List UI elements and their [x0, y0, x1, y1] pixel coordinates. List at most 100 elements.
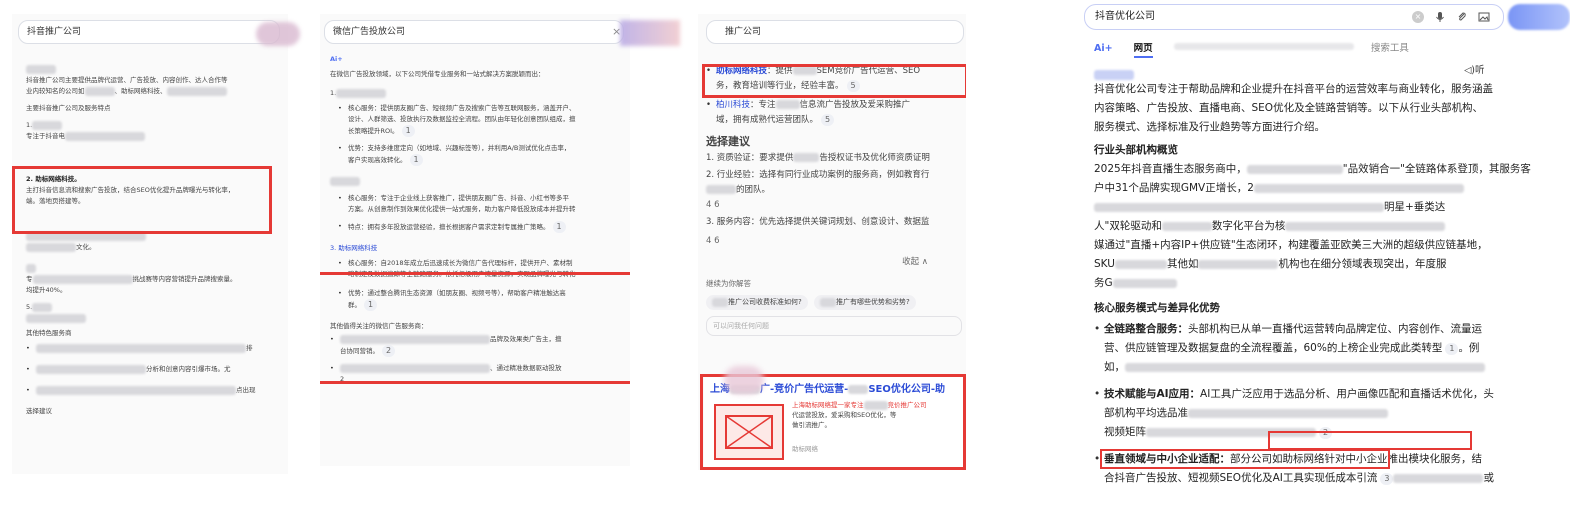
list-text: 营、供应链管理及数据复盘的全流程覆盖，60%的上榜企业完成此类转型	[1104, 342, 1443, 354]
item-text: 均提升40%。	[26, 286, 67, 294]
paragraph: 服务模式、选择标准及行业趋势等方面进行介绍。	[1094, 121, 1325, 133]
list-text: 如，	[1104, 361, 1125, 373]
listen-label: 听	[1475, 65, 1485, 76]
paragraph: 其他如	[1166, 258, 1199, 270]
item-title-zhubiao[interactable]: 3. 助标网络科技	[330, 244, 377, 252]
list-text: 优势：支持多维度定向（如地域、兴趣标签等），并利用A/B测试优化点击率，	[348, 144, 571, 152]
citations[interactable]: 4 6	[706, 234, 966, 249]
list-text: 核心服务：自2018年成立后迅速成长为微信广告代理标杆，提供开户、素材制	[348, 259, 573, 267]
list-text: AI工具广泛应用于选品分析、用户画像匹配和直播话术优化，头	[1200, 388, 1494, 400]
citation[interactable]: 1	[552, 221, 566, 233]
ask-input[interactable]: 可以问我任何问题	[706, 316, 962, 336]
decor-blob	[620, 20, 680, 46]
panel-douyin-promotion: 抖音推广公司 抖音推广公司主要提供品牌代运营、广告投放、内容创作、达人合作等 业…	[12, 14, 288, 474]
citation[interactable]: 5	[821, 114, 835, 126]
search-input[interactable]: 推广公司	[706, 20, 964, 44]
suggestion-chip[interactable]: 推广公司收费标准如何?	[706, 295, 808, 310]
tab-web[interactable]: 网页	[1133, 40, 1153, 58]
tab-search-tools[interactable]: 搜索工具	[1371, 40, 1409, 54]
follow-up-title: 继续为你解答	[706, 279, 751, 288]
item-text: 专注于抖音电	[26, 132, 65, 140]
paragraph: 户中31个品牌实现GMV正增长，2	[1094, 182, 1254, 194]
list-text: 分析和创意内容引爆市场。尤	[146, 365, 231, 373]
section-title: 行业头部机构概览	[1094, 144, 1178, 156]
panel-wechat-ads: 微信广告投放公司 × Ai+ 在微信广告投放领域，以下公司凭借专业服务和一站式解…	[320, 14, 630, 466]
advice-item: 的团队。	[736, 185, 771, 195]
section-title: 其他特色服务商	[26, 329, 72, 337]
tab-bar: Ai+ 网页 搜索工具	[1094, 36, 1564, 58]
list-text: 核心服务：专注于企业线上获客推广，提供朋友圈广告、抖音、小红书等多平	[348, 194, 569, 202]
list-text: ：专注	[750, 100, 776, 110]
attachment-icon[interactable]	[1456, 11, 1468, 23]
microphone-icon[interactable]	[1434, 11, 1446, 23]
list-text: 视频矩阵	[1104, 426, 1146, 438]
paragraph: 明星+垂类达	[1384, 201, 1446, 213]
highlight-box	[1268, 431, 1472, 450]
paragraph: 机构也在细分领域表现突出，年度服	[1278, 258, 1447, 270]
list-item: 特点：拥有多年投放运营经验，擅长根据客户需求定制专属推广策略。1	[338, 221, 625, 233]
advice-item: 告授权证书及优化师资质证明	[819, 153, 930, 163]
list-item: 核心服务：专注于企业线上获客推广，提供朋友圈广告、抖音、小红书等多平方案。从创意…	[338, 193, 625, 215]
panel-promotion-company: 推广公司 助标网络科技：提供SEM竞价广告代运营、SEO务，教育培训等行业，经验…	[698, 14, 966, 470]
list-item: 点出现	[26, 385, 276, 396]
search-button[interactable]	[1508, 4, 1570, 30]
answer-body: 助标网络科技：提供SEM竞价广告代运营、SEO务，教育培训等行业，经验丰富。5 …	[706, 64, 966, 336]
image-search-icon[interactable]	[1478, 11, 1490, 23]
paragraph: 抖音优化公司专注于帮助品牌和企业提升在抖音平台的运营效率与商业转化，服务涵盖	[1094, 83, 1493, 95]
paragraph: 内容策略、广告投放、直播电商、SEO优化及全链路营销等。以下从行业头部机构、	[1094, 102, 1484, 114]
decor-blob	[724, 366, 764, 394]
listen-button[interactable]: ◁)听	[1464, 62, 1485, 76]
list-text: 点出现	[236, 386, 256, 394]
list-text: 或	[1483, 472, 1494, 484]
paragraph: 务G	[1094, 277, 1113, 289]
answer-body: 抖音推广公司主要提供品牌代运营、广告投放、内容创作、达人合作等 业内较知名的公司…	[26, 64, 276, 417]
list-text: 头部机构已从单一直播代运营转向品牌定位、内容创作、流量运	[1188, 323, 1482, 335]
list-item: 全链路整合服务：头部机构已从单一直播代运营转向品牌定位、内容创作、流量运营、供应…	[1094, 320, 1564, 377]
clear-icon[interactable]: ×	[1412, 11, 1424, 23]
section-title: 选择建议	[706, 135, 750, 148]
list-text: 特点：拥有多年投放运营经验，擅长根据客户需求定制专属推广策略。	[348, 223, 550, 231]
citation[interactable]: 3	[1380, 473, 1394, 485]
search-input[interactable]: 微信广告投放公司	[324, 20, 624, 44]
list-text: 部机构平均选品准	[1104, 407, 1188, 419]
list-item: 排	[26, 343, 276, 354]
citation[interactable]: 1	[409, 154, 423, 166]
list-text: 结	[1471, 453, 1483, 465]
highlight-box	[320, 272, 630, 384]
citation[interactable]: 1	[1445, 343, 1459, 355]
suggestion-chip[interactable]: 推广有哪些优势和劣势?	[813, 295, 916, 310]
intro-text-3: 、助标网络科技、	[114, 87, 167, 95]
intro-text-2: 业内较知名的公司如	[26, 87, 85, 95]
chip-text: 推广公司收费标准如何?	[728, 298, 802, 306]
collapse-button[interactable]: 收起 ∧	[706, 255, 966, 270]
chip-text: 推广有哪些优势和劣势?	[835, 298, 910, 306]
paragraph: 2025年抖音直播生态服务商中，	[1094, 163, 1247, 175]
intro-text: 抖音推广公司主要提供品牌代运营、广告投放、内容创作、达人合作等	[26, 76, 228, 84]
list-title: 全链路整合服务：	[1104, 323, 1188, 335]
advice-item: 1. 资质验证：要求提供	[706, 153, 794, 163]
list-text: 信息流广告投放及爱采购推广	[799, 100, 911, 110]
citation[interactable]: 1	[401, 125, 415, 137]
tab-ai[interactable]: Ai+	[1094, 43, 1113, 54]
item-text: 专	[26, 275, 33, 283]
list-item: 优势：支持多维度定向（如地域、兴趣标签等），并利用A/B测试优化点击率， 客户实现…	[338, 143, 625, 166]
citations[interactable]: 4 6	[706, 198, 966, 213]
list-item: 柏川科技：专注 信息流广告投放及爱采购推广域，拥有成熟代运营团队。5	[706, 98, 966, 128]
answer-body: 抖音优化公司专注于帮助品牌和企业提升在抖音平台的运营效率与商业转化，服务涵盖 内…	[1094, 80, 1564, 488]
item-text: 文化。	[76, 243, 96, 251]
list-title: 技术赋能与AI应用：	[1104, 388, 1201, 400]
section-title: 核心服务模式与差异化优势	[1094, 302, 1220, 314]
highlight-box	[12, 166, 272, 234]
list-text: 排	[246, 344, 253, 352]
highlight-box	[702, 64, 966, 98]
company-link[interactable]: 柏川科技	[716, 100, 750, 110]
decor-blob	[256, 22, 300, 46]
list-text: 域，拥有成熟代运营团队。	[716, 115, 819, 125]
item-text: 挑战赛等内容营销提升品牌搜索量。	[132, 275, 237, 283]
list-text: 核心服务：提供朋友圈广告、短视频广告及搜索广告等互联网服务，涵盖开户、	[348, 104, 576, 112]
paragraph: 媒通过"直播+内容IP+供应链"生态闭环，构建覆盖亚欧美三大洲的超级供应链基地，	[1094, 239, 1488, 251]
search-bar: 抖音优化公司 ×	[1084, 4, 1570, 30]
paragraph: SKU	[1094, 258, 1115, 270]
search-input[interactable]: 抖音推广公司	[18, 20, 280, 44]
list-text: 方案。从创意制作到效果优化提供一站式服务，助力客户降低投放成本并提升转	[348, 205, 576, 213]
